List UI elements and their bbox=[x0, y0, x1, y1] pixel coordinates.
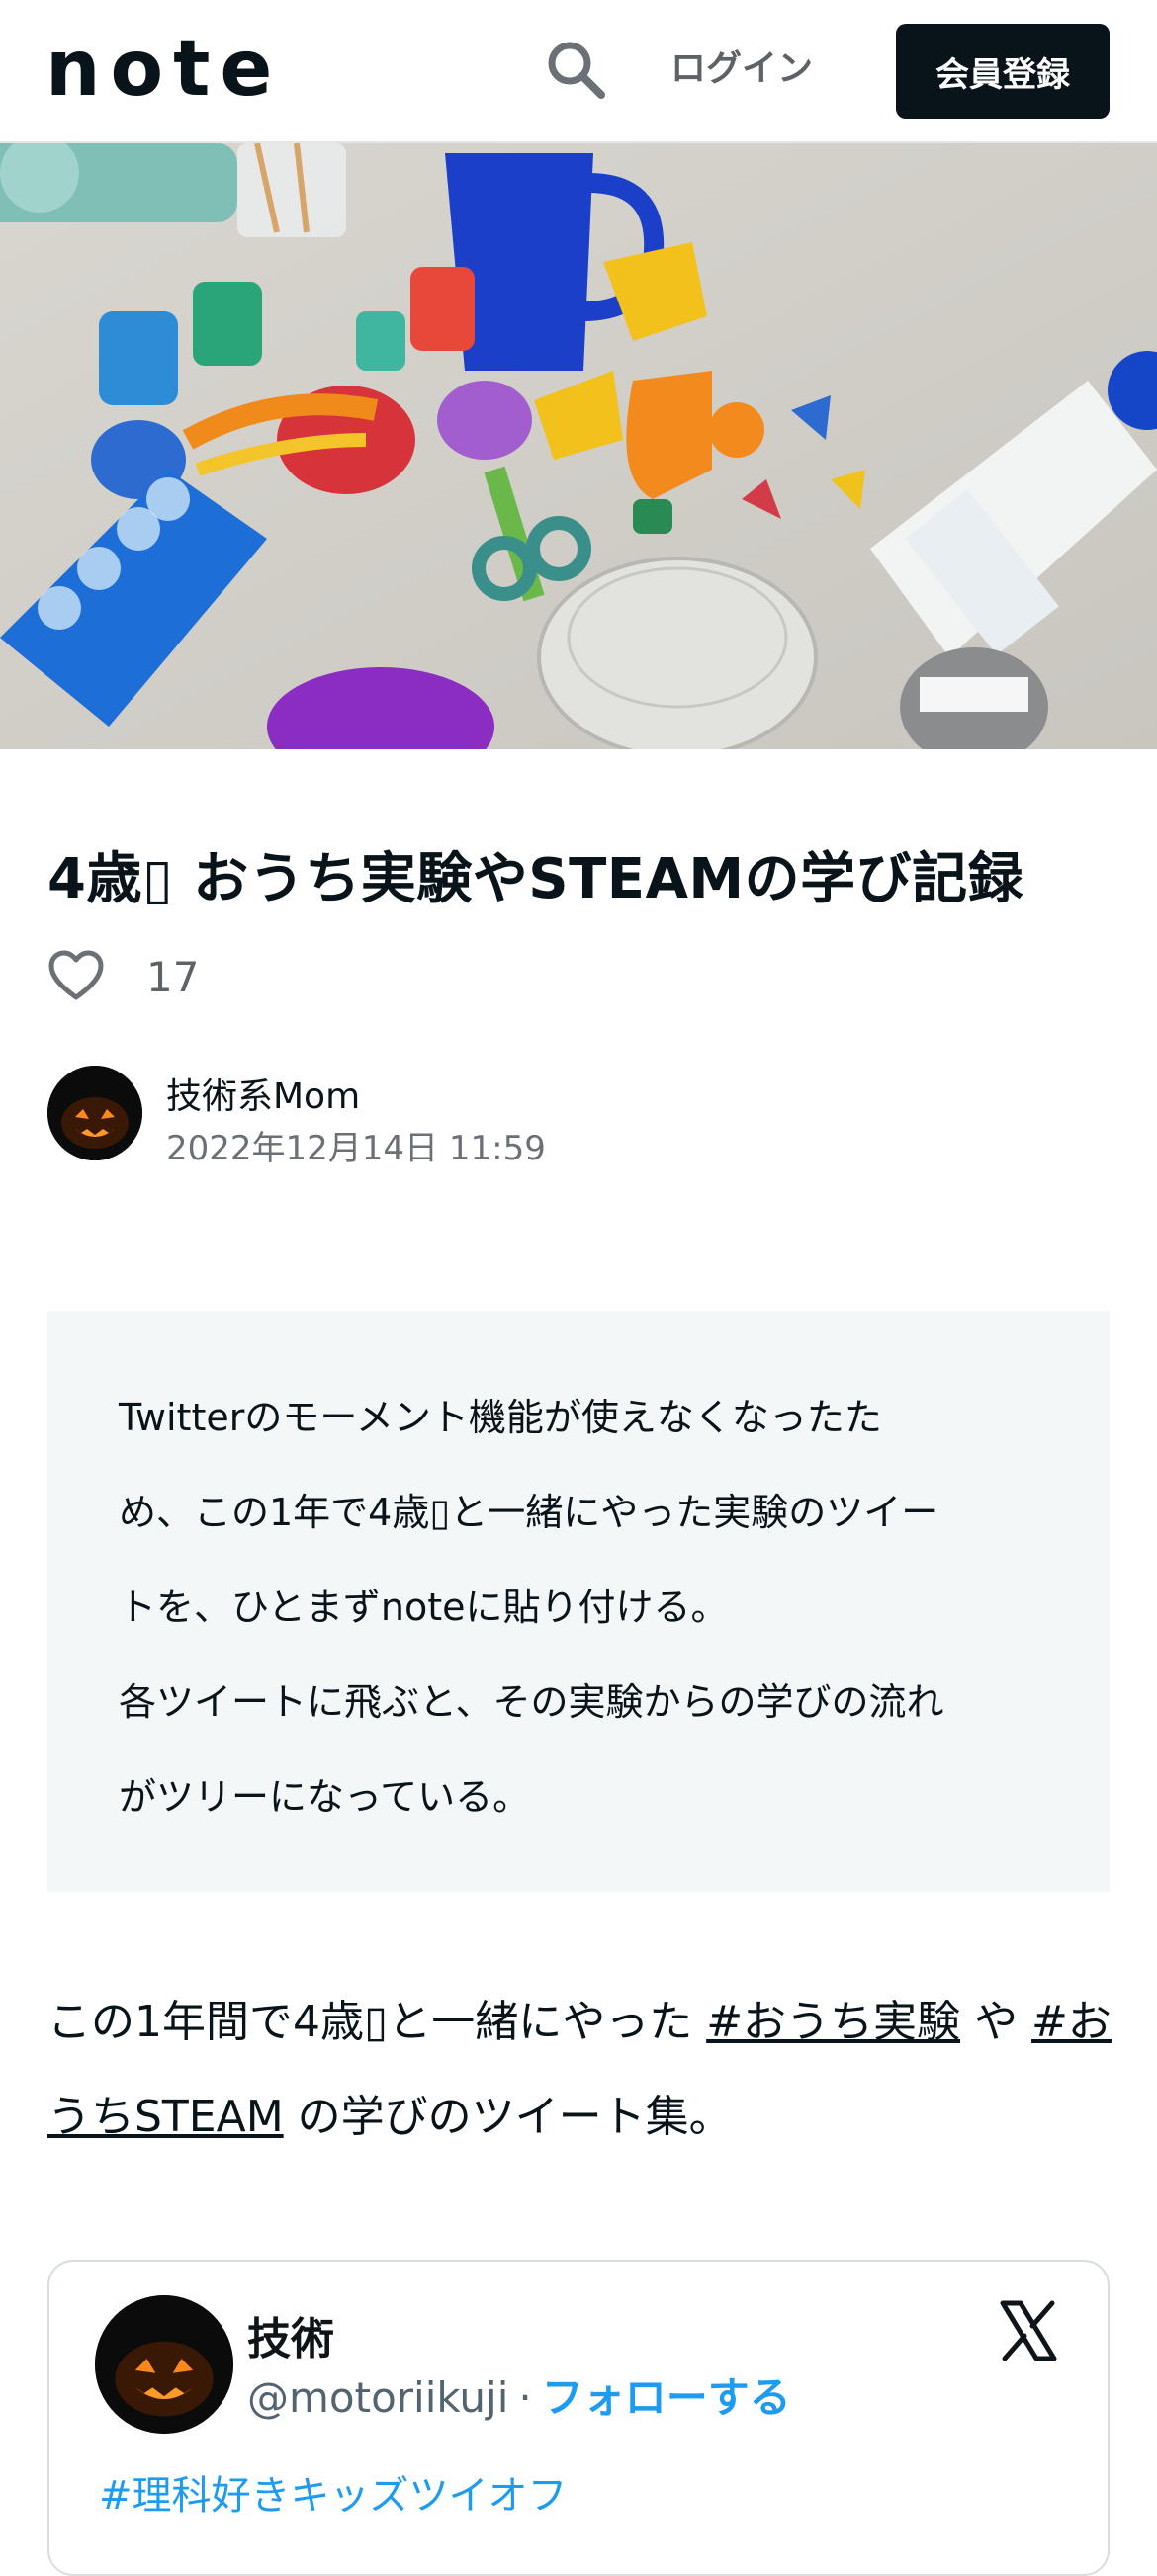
tweet-handle-row: @motoriikuji · フォローする bbox=[247, 2364, 791, 2425]
pumpkin-icon bbox=[47, 1066, 142, 1160]
para-text: この1年間で4歳▯と一緒にやった bbox=[47, 1997, 707, 2047]
note-logo[interactable]: note bbox=[45, 34, 342, 109]
hero-image bbox=[0, 143, 1157, 749]
separator-dot: · bbox=[518, 2373, 532, 2422]
site-header: note ログイン 会員登録 bbox=[0, 0, 1157, 143]
svg-text:note: note bbox=[45, 34, 282, 109]
quote-line: トを、ひとまずnoteに貼り付ける。 bbox=[119, 1586, 729, 1629]
hero-photo bbox=[0, 143, 1157, 749]
quote-line: がツリーになっている。 bbox=[119, 1775, 531, 1819]
search-icon[interactable] bbox=[542, 36, 609, 103]
like-count: 17 bbox=[146, 952, 200, 1001]
tweet-author-name[interactable]: 技術 bbox=[247, 2303, 334, 2366]
tweet-handle[interactable]: @motoriikuji bbox=[247, 2373, 508, 2422]
intro-quote-box: Twitterのモーメント機能が使えなくなったた め、この1年で4歳▯と一緒にや… bbox=[47, 1311, 1110, 1892]
embedded-tweet[interactable]: 技術 @motoriikuji · フォローする #理科好きキッズツイオフ bbox=[47, 2260, 1110, 2576]
quote-line: め、この1年で4歳▯と一緒にやった実験のツイー bbox=[119, 1491, 939, 1534]
tweet-hashtag[interactable]: #理科好きキッズツイオフ bbox=[99, 2463, 568, 2521]
signup-button[interactable]: 会員登録 bbox=[896, 24, 1110, 119]
article-title: 4歳▯ おうち実験やSTEAMの学び記録 bbox=[47, 847, 1024, 911]
quote-line: 各ツイートに飛ぶと、その実験からの学びの流れ bbox=[119, 1680, 944, 1724]
pumpkin-icon bbox=[95, 2295, 233, 2434]
post-date: 2022年12月14日 11:59 bbox=[166, 1129, 546, 1168]
author-avatar[interactable] bbox=[47, 1066, 142, 1160]
like-row: 17 bbox=[47, 944, 199, 1009]
para-text: や bbox=[960, 1997, 1032, 2047]
author-name[interactable]: 技術系Mom bbox=[166, 1068, 360, 1119]
body-paragraph: この1年間で4歳▯と一緒にやった #おうち実験 や #おうちSTEAM の学びの… bbox=[47, 1975, 1125, 2165]
follow-button[interactable]: フォローする bbox=[542, 2373, 791, 2422]
tweet-avatar[interactable] bbox=[95, 2295, 233, 2434]
quote-line: Twitterのモーメント機能が使えなくなったた bbox=[119, 1396, 882, 1439]
para-text: の学びのツイート集。 bbox=[283, 2092, 733, 2142]
heart-icon[interactable] bbox=[47, 948, 105, 1005]
hashtag-link-ouchi-jikken[interactable]: #おうち実験 bbox=[706, 1997, 960, 2047]
login-link[interactable]: ログイン bbox=[670, 43, 813, 95]
x-logo-icon[interactable] bbox=[997, 2299, 1060, 2362]
